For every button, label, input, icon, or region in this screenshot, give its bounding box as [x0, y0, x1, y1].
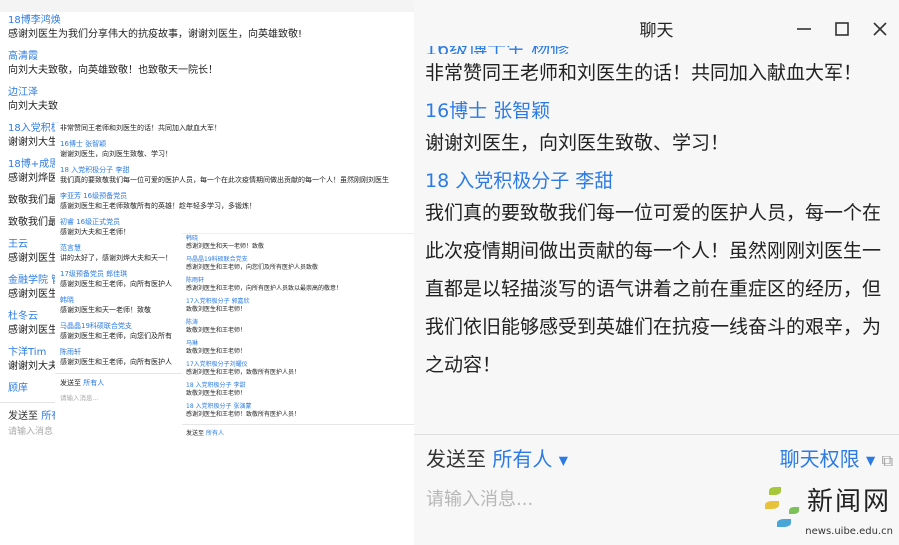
- message-sender: 16级博士生 杨修: [425, 46, 899, 54]
- send-to-row[interactable]: 发送至 所有人: [182, 425, 414, 440]
- list-item: 马琳 致敬刘医生和王老师！: [182, 340, 414, 356]
- leaf-logo-icon: [777, 519, 791, 527]
- popout-icon[interactable]: ⧉: [882, 451, 893, 470]
- message-sender[interactable]: 马琳: [186, 340, 414, 348]
- message-text: 致敬刘医生和王老师！: [186, 348, 247, 355]
- message-text: 非常赞同王老师和刘医生的话！共同加入献血大军！: [425, 62, 863, 84]
- chat-window: 聊天 16级博士生 杨修 非常赞同王老师和刘医生的话！共同加入献血大军！ 16博士…: [414, 0, 899, 545]
- message-sender[interactable]: 16博士 张智颖: [60, 139, 415, 149]
- message-text: 感谢刘医生和王老师，致敬所有医护人员！: [186, 369, 301, 376]
- message-text: 非常赞同王老师和刘医生的话！共同加入献血大军！: [60, 124, 221, 132]
- message-text: 我们真的要致敬我们每一位可爱的医护人员，每一个在此次疫情期间做出贡献的每一个人！…: [425, 202, 882, 376]
- send-to-value[interactable]: 所有人: [206, 430, 224, 437]
- message-text: 感谢刘医生和王老师致敬所有的英雄！趁年轻多学习，多锻炼！: [60, 202, 256, 210]
- message-sender[interactable]: 陈涛: [186, 319, 414, 327]
- panel-titlebar: [0, 0, 414, 12]
- list-item: 非常赞同王老师和刘医生的话！共同加入献血大军！: [425, 54, 899, 92]
- message-list: 非常赞同王老师和刘医生的话！共同加入献血大军！ 16博士 张智颖谢谢刘医生，向刘医…: [425, 54, 899, 384]
- chat-messages[interactable]: 16级博士生 杨修 非常赞同王老师和刘医生的话！共同加入献血大军！ 16博士 张智…: [414, 46, 899, 434]
- send-to-label: 发送至: [426, 447, 486, 471]
- maximize-icon[interactable]: [823, 16, 861, 42]
- list-item: 李亚芳 16级预备党员 感谢刘医生和王老师致敬所有的英雄！趁年轻多学习，多锻炼！: [55, 191, 415, 211]
- message-text: 感谢刘医生和天一老师！致敬: [186, 243, 265, 250]
- list-item: 17入党积极分子 郭嘉欣 致敬刘医生和王老师！: [182, 298, 414, 314]
- leaf-logo-icon: [789, 507, 799, 514]
- message-text: 向刘大夫致: [8, 101, 58, 112]
- list-item: 18 入党积极分子 李甜我们真的要致敬我们每一位可爱的医护人员，每一个在此次疫情…: [425, 168, 899, 384]
- message-text: 致敬刘医生和王老师！: [186, 390, 247, 397]
- message-text: 谢谢刘医生，向刘医生致敬、学习！: [425, 132, 730, 154]
- minimize-icon[interactable]: [785, 16, 823, 42]
- message-text: 我们真的要致敬我们每一位可爱的医护人员，每一个在此次疫情期间做出贡献的每一个人！…: [60, 176, 389, 184]
- leaf-logo-icon: [765, 501, 779, 509]
- message-text: 感谢刘医生为我们分享伟大的抗疫故事，谢谢刘医生，向英雄致敬!: [8, 29, 303, 40]
- message-sender[interactable]: 边江泽: [8, 86, 414, 100]
- window-titlebar[interactable]: 聊天: [414, 10, 899, 46]
- list-item: 陈雨轩 感谢刘医生和王老师，向所有医护人员致以最崇高的敬意！: [182, 277, 414, 293]
- message-sender[interactable]: 18 入党积极分子 李甜: [425, 168, 899, 194]
- message-text: 致敬刘医生和王老师！: [186, 327, 247, 334]
- list-item: 非常赞同王老师和刘医生的话！共同加入献血大军！: [55, 123, 415, 133]
- message-text: 感谢刘医生和王老师！致敬所有医护人员！: [186, 411, 301, 418]
- chat-panel-small: 韩晓 感谢刘医生和天一老师！致敬 马晶晶19科硕联合党支 感谢刘医生和王老师，向您们及…: [182, 233, 414, 514]
- message-sender[interactable]: 高清霞: [8, 50, 414, 64]
- message-sender[interactable]: 16博士 张智颖: [425, 98, 899, 124]
- message-text: 感谢刘医生和王老师，向您们及所有医护人员致敬: [186, 264, 319, 271]
- message-sender[interactable]: 李亚芳 16级预备党员: [60, 191, 415, 201]
- chat-permission-label: 聊天权限: [779, 447, 860, 471]
- message-sender[interactable]: 17入党积极分子刘耀仪: [186, 361, 414, 369]
- message-sender[interactable]: 17入党积极分子 郭嘉欣: [186, 298, 414, 306]
- dropdown-caret-icon[interactable]: ▼: [559, 454, 568, 468]
- message-sender[interactable]: 18 入党积极分子 李甜: [60, 165, 415, 175]
- message-input[interactable]: 请输入消息...: [426, 485, 533, 511]
- message-sender[interactable]: 陈雨轩: [186, 277, 414, 285]
- watermark-text: 新闻网: [806, 487, 891, 517]
- list-item: 18博李鸿焕 感谢刘医生为我们分享伟大的抗疫故事，谢谢刘医生，向英雄致敬!: [0, 14, 414, 42]
- message-text: 感谢刘医生和王老师，向所有医护人员致以最崇高的敬意！: [186, 285, 343, 292]
- dropdown-caret-icon[interactable]: ▼: [866, 454, 875, 468]
- message-text: 谢谢刘医生，向刘医生致敬、学习！: [60, 150, 172, 158]
- send-to-label: 发送至: [8, 411, 38, 422]
- message-sender[interactable]: 18 入党积极分子 张演蒙: [186, 403, 414, 411]
- message-sender[interactable]: 18博李鸿焕: [8, 14, 414, 28]
- list-item: 高清霞 向刘大夫致敬，向英雄致敬！也致敬天一院长！: [0, 50, 414, 78]
- list-item: 18 入党积极分子 李甜 我们真的要致敬我们每一位可爱的医护人员，每一个在此次疫情…: [55, 165, 415, 185]
- send-to-label: 发送至: [60, 379, 81, 387]
- list-item: 边江泽 向刘大夫致: [0, 86, 414, 114]
- list-item: 18 入党积极分子 李甜 致敬刘医生和王老师！: [182, 382, 414, 398]
- chat-permission-button[interactable]: 聊天权限 ▼ ⧉: [780, 443, 893, 472]
- message-sender[interactable]: 韩晓: [186, 235, 414, 243]
- message-sender[interactable]: 18 入党积极分子 李甜: [186, 382, 414, 390]
- list-item: 韩晓 感谢刘医生和天一老师！致敬: [182, 235, 414, 251]
- close-icon[interactable]: [861, 16, 899, 42]
- list-item: 16博士 张智颖 谢谢刘医生，向刘医生致敬、学习！: [55, 139, 415, 159]
- list-item: 17入党积极分子刘耀仪 感谢刘医生和王老师，致敬所有医护人员！: [182, 361, 414, 377]
- send-to-value[interactable]: 所有人: [492, 447, 552, 471]
- message-list: 韩晓 感谢刘医生和天一老师！致敬 马晶晶19科硕联合党支 感谢刘医生和王老师，向您们及…: [182, 235, 414, 419]
- list-item: 18 入党积极分子 张演蒙 感谢刘医生和王老师！致敬所有医护人员！: [182, 403, 414, 419]
- message-sender[interactable]: 马晶晶19科硕联合党支: [186, 256, 414, 264]
- message-text: 向刘大夫致敬，向英雄致敬！也致敬天一院长！: [8, 65, 218, 76]
- message-sender[interactable]: 初睿 16级正式党员: [60, 217, 415, 227]
- send-to-label: 发送至: [186, 430, 205, 437]
- window-top-strip: [414, 0, 899, 10]
- send-to-value[interactable]: 所有人: [83, 379, 104, 387]
- watermark-url: news.uibe.edu.cn: [805, 526, 893, 537]
- list-item: 16博士 张智颖谢谢刘医生，向刘医生致敬、学习！: [425, 98, 899, 162]
- list-item: 马晶晶19科硕联合党支 感谢刘医生和王老师，向您们及所有医护人员致敬: [182, 256, 414, 272]
- message-text: 致敬刘医生和王老师！: [186, 306, 247, 313]
- leaf-logo-icon: [769, 487, 781, 495]
- news-watermark: 新闻网 news.uibe.edu.cn: [765, 481, 895, 539]
- send-to-row[interactable]: 发送至 所有人 ▼: [426, 443, 568, 472]
- list-item: 陈涛 致敬刘医生和王老师！: [182, 319, 414, 335]
